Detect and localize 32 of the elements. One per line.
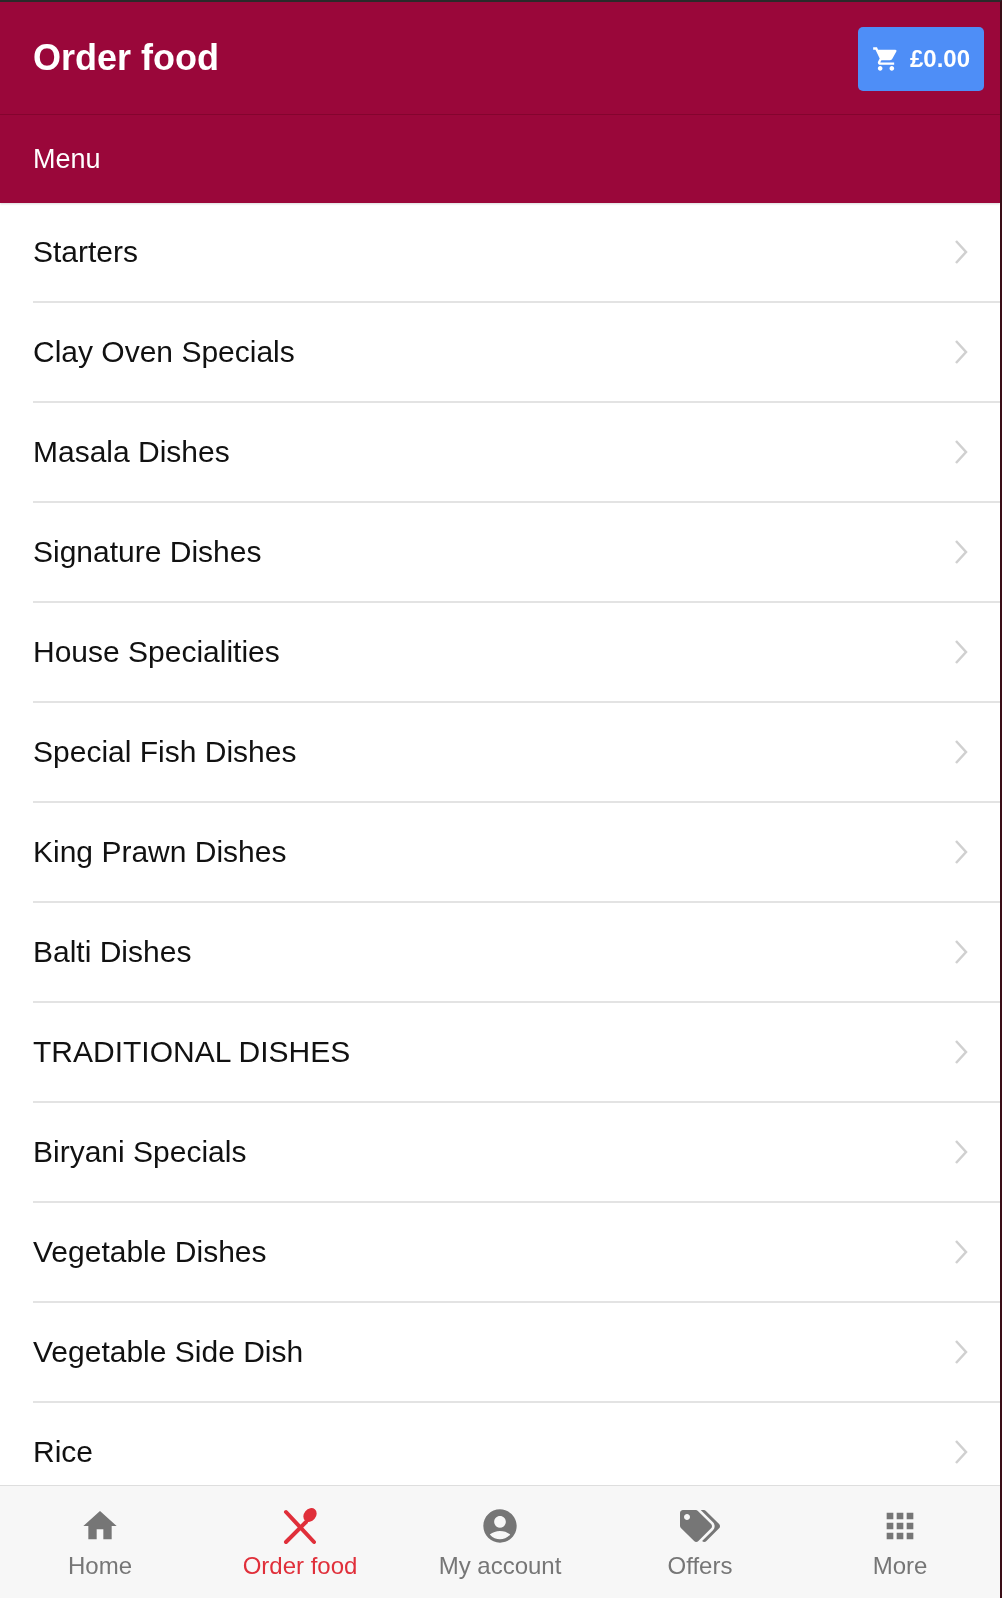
menu-category-item[interactable]: Masala Dishes	[33, 403, 1000, 503]
menu-category-item[interactable]: Biryani Specials	[33, 1103, 1000, 1203]
menu-category-item[interactable]: Clay Oven Specials	[33, 303, 1000, 403]
chevron-right-icon	[954, 339, 968, 365]
nav-tab[interactable]: Order food	[242, 1498, 358, 1588]
page-title: Order food	[33, 37, 219, 79]
menu-category-item[interactable]: Starters	[33, 203, 1000, 303]
nav-tab[interactable]: Offers	[667, 1498, 733, 1588]
chevron-right-icon	[954, 739, 968, 765]
menu-category-item[interactable]: Vegetable Side Dish	[33, 1303, 1000, 1403]
nav-tab[interactable]: Home	[68, 1498, 132, 1588]
chevron-right-icon	[954, 439, 968, 465]
nav-tab[interactable]: More	[872, 1498, 928, 1588]
menu-category-item[interactable]: Balti Dishes	[33, 903, 1000, 1003]
menu-category-item[interactable]: Special Fish Dishes	[33, 703, 1000, 803]
menu-category-item[interactable]: Vegetable Dishes	[33, 1203, 1000, 1303]
chevron-right-icon	[954, 1339, 968, 1365]
menu-category-item[interactable]: TRADITIONAL DISHES	[33, 1003, 1000, 1103]
menu-category-item[interactable]: King Prawn Dishes	[33, 803, 1000, 903]
chevron-right-icon	[954, 639, 968, 665]
menu-category-item[interactable]: Signature Dishes	[33, 503, 1000, 603]
nav-tab[interactable]: My account	[438, 1498, 562, 1588]
chevron-right-icon	[954, 839, 968, 865]
chevron-right-icon	[954, 239, 968, 265]
chevron-right-icon	[954, 1439, 968, 1465]
menu-category-item[interactable]: House Specialities	[33, 603, 1000, 703]
chevron-right-icon	[954, 1239, 968, 1265]
chevron-right-icon	[954, 1139, 968, 1165]
chevron-right-icon	[954, 939, 968, 965]
chevron-right-icon	[954, 539, 968, 565]
chevron-right-icon	[954, 1039, 968, 1065]
menu-heading: Menu	[33, 143, 101, 175]
